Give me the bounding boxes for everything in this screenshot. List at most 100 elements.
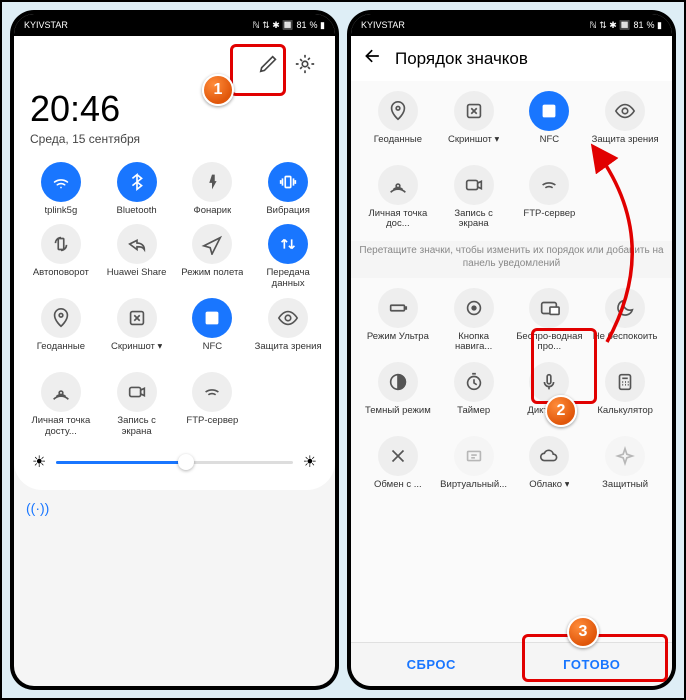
carrier-label: KYIVSTAR (24, 20, 68, 30)
tile-vibration[interactable]: Вибрация (251, 160, 325, 218)
brightness-low-icon: ☀ (32, 452, 46, 472)
button-row: СБРОС ГОТОВО (351, 642, 672, 686)
phone-right: KYIVSTAR ℕ ⇅ ✱ 🔲 81% ▮ Порядок значков Г… (347, 10, 676, 690)
tile-screen-record[interactable]: Запись с экрана (100, 370, 174, 440)
tile-ftp[interactable]: FTP-сервер (513, 163, 587, 233)
page-title: Порядок значков (395, 49, 528, 69)
tile-autorotate[interactable]: Автоповорот (24, 222, 98, 292)
tile-huawei-share[interactable]: Huawei Share (100, 222, 174, 292)
tile-wireless-proj[interactable]: Беспро-водная про... (513, 286, 587, 356)
tile-data[interactable]: Передача данных (251, 222, 325, 292)
tile-eye-comfort[interactable]: Защита зрения (251, 296, 325, 366)
tile-label: Калькулятор (597, 406, 653, 416)
tile-filter[interactable]: Защитный (588, 434, 662, 492)
tile-label: Защита зрения (255, 342, 322, 364)
battery-icon (378, 288, 418, 328)
tile-label: FTP-сервер (186, 416, 238, 426)
tile-label: Huawei Share (107, 268, 167, 278)
screen-left: KYIVSTAR ℕ ⇅ ✱ 🔲 81% ▮ 20:46 Среда, 15 с… (14, 14, 335, 686)
tile-label: Геоданные (374, 135, 422, 145)
navbtn-icon (454, 288, 494, 328)
calc-icon (605, 362, 645, 402)
tile-screenshot[interactable]: Скриншот ▾ (100, 296, 174, 366)
tile-label: Запись с экрана (439, 209, 509, 231)
carrier-label: KYIVSTAR (361, 20, 405, 30)
bt-icon (117, 162, 157, 202)
tile-label: FTP-сервер (523, 209, 575, 219)
tile-label: Скриншот ▾ (448, 135, 499, 145)
cloud-icon (529, 436, 569, 476)
edit-icon[interactable] (255, 50, 283, 78)
rotate-icon (41, 224, 81, 264)
reset-button[interactable]: СБРОС (351, 643, 512, 686)
tile-label: tplink5g (45, 206, 78, 216)
tile-label: Защита зрения (592, 135, 659, 157)
tile-screen-record[interactable]: Запись с экрана (437, 163, 511, 233)
tile-label: Личная точка досту... (26, 416, 96, 438)
tile-label: Геоданные (37, 342, 85, 352)
tile-dnd[interactable]: Не беспокоить (588, 286, 662, 356)
scroll-area[interactable]: Геоданные Скриншот ▾ NFCЗащита зрения Лична… (351, 81, 672, 642)
brightness-slider[interactable]: ☀ ☀ (24, 440, 325, 476)
tile-location[interactable]: Геоданные (24, 296, 98, 366)
shot-icon (117, 298, 157, 338)
tile-location[interactable]: Геоданные (361, 89, 435, 159)
tiles-grid-left: tplink5g Bluetooth Фонарик Вибрация Автопово… (24, 160, 325, 440)
brightness-high-icon: ☀ (303, 452, 317, 472)
tile-nfc[interactable]: NFC (513, 89, 587, 159)
tile-virtual[interactable]: Виртуальный... (437, 434, 511, 492)
tile-bluetooth[interactable]: Bluetooth (100, 160, 174, 218)
tile-nav-button[interactable]: Кнопка навига... (437, 286, 511, 356)
tile-label: Защитный (602, 480, 648, 490)
page-header: Порядок значков (351, 36, 672, 81)
moon-icon (605, 288, 645, 328)
tile-airplane[interactable]: Режим полета (176, 222, 250, 292)
share-icon (117, 224, 157, 264)
done-button[interactable]: ГОТОВО (512, 643, 673, 686)
status-bar: KYIVSTAR ℕ ⇅ ✱ 🔲 81% ▮ (14, 14, 335, 36)
data-icon (268, 224, 308, 264)
wifi2-icon (192, 372, 232, 412)
tile-calculator[interactable]: Калькулятор (588, 360, 662, 430)
tile-label: Кнопка навига... (439, 332, 509, 354)
tile-cloud[interactable]: Облако ▾ (513, 434, 587, 492)
tile-hotspot[interactable]: Личная точка дос... (361, 163, 435, 233)
tile-label: Облако ▾ (529, 480, 569, 490)
tile-dark-mode[interactable]: Темный режим (361, 360, 435, 430)
wifi2-icon (529, 165, 569, 205)
tile-screenshot[interactable]: Скриншот ▾ (437, 89, 511, 159)
tile-hotspot[interactable]: Личная точка досту... (24, 370, 98, 440)
loc-icon (378, 91, 418, 131)
nfc-icon (192, 298, 232, 338)
vib-icon (268, 162, 308, 202)
tile-label: Автоповорот (33, 268, 89, 278)
tile-flashlight[interactable]: Фонарик (176, 160, 250, 218)
status-icons: ℕ ⇅ ✱ 🔲 81% ▮ (253, 20, 325, 31)
cast-icon (529, 288, 569, 328)
quick-settings-panel: 20:46 Среда, 15 сентября tplink5gBluetoo… (14, 36, 335, 490)
mic-icon (529, 362, 569, 402)
tile-label: Таймер (457, 406, 490, 416)
tile-ultra-mode[interactable]: Режим Ультра (361, 286, 435, 356)
tile-label: Bluetooth (117, 206, 157, 216)
tile-label: Режим полета (181, 268, 243, 290)
tile-label: Передача данных (253, 268, 323, 290)
tile-share[interactable]: Обмен с ... (361, 434, 435, 492)
settings-icon[interactable] (291, 50, 319, 78)
tile-label: Не беспокоить (593, 332, 658, 354)
plane-icon (192, 224, 232, 264)
tile-nfc[interactable]: NFC (176, 296, 250, 366)
status-icons: ℕ ⇅ ✱ 🔲 81% ▮ (590, 20, 662, 31)
tile-eye-comfort[interactable]: Защита зрения (588, 89, 662, 159)
tile-ftp[interactable]: FTP-сервер (176, 370, 250, 440)
flash-icon (192, 162, 232, 202)
tile-label: Вибрация (266, 206, 310, 216)
panel-topbar (24, 44, 325, 88)
clock: 20:46 (24, 88, 325, 130)
tile-label: NFC (203, 342, 223, 352)
tile-wifi[interactable]: tplink5g (24, 160, 98, 218)
timer-icon (454, 362, 494, 402)
back-icon[interactable] (363, 46, 383, 71)
tile-timer[interactable]: Таймер (437, 360, 511, 430)
tile-recorder[interactable]: Диктофон (513, 360, 587, 430)
